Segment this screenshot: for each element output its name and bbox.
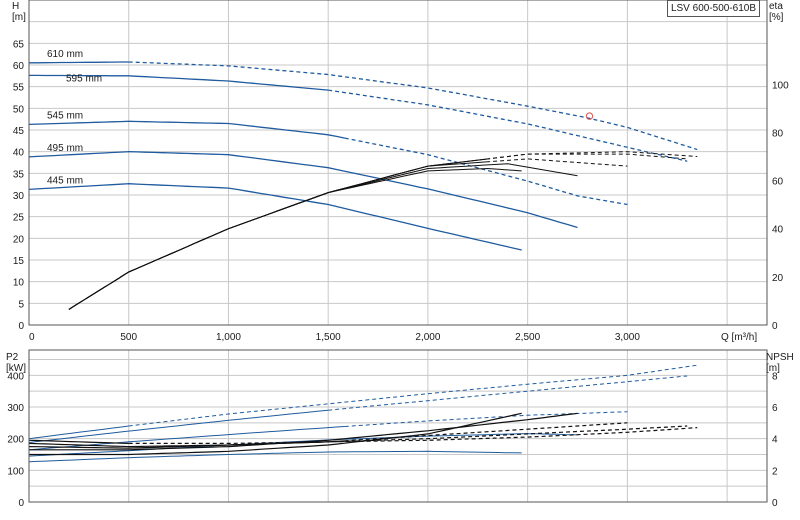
pump-performance-chart: 610 mm595 mm545 mm495 mm445 mm0510152025… (6, 0, 794, 509)
npsh-curve-5-solid (28, 439, 129, 444)
y2-tick-label-eta: 80 (772, 128, 784, 139)
grid-lines (28, 0, 767, 503)
power-curve-5-solid (28, 450, 522, 463)
power-curve-2-dashed (328, 375, 688, 411)
y2-tick-label-npsh: 2 (772, 466, 778, 477)
power-curve-2-solid (28, 409, 329, 443)
y-tick-label-head: 60 (13, 61, 25, 72)
efficiency-curve-4-dashed (486, 153, 688, 160)
efficiency-curve-4-solid (68, 158, 487, 310)
y2-axis-title-npsh: [m] (766, 363, 780, 374)
y-axis-title-head: H (12, 1, 19, 12)
y2-tick-label-npsh: 4 (772, 435, 778, 446)
y2-tick-label-eta: 20 (772, 273, 784, 284)
y2-tick-label-eta: 100 (772, 80, 789, 91)
head-curve-610-mm-solid (29, 61, 129, 64)
efficiency-curve-3-dashed (486, 158, 628, 167)
bottom-plot-frame (28, 349, 768, 503)
x-tick-label: 1,500 (316, 332, 341, 343)
head-curve-label: 445 mm (47, 175, 83, 186)
head-curve-label: 495 mm (47, 143, 83, 154)
y-tick-label-head: 15 (13, 256, 25, 267)
y-tick-label-head: 5 (18, 299, 24, 310)
model-label-box: LSV 600-500-610B (667, 0, 760, 17)
y-tick-label-head: 40 (13, 148, 25, 159)
y2-tick-label-eta: 40 (772, 225, 784, 236)
curves-layer (28, 61, 698, 463)
x-tick-label: 1,000 (216, 332, 241, 343)
x-tick-label: 2,000 (415, 332, 440, 343)
top-plot-frame (28, 0, 768, 326)
head-curve-610-mm-dashed (128, 61, 698, 151)
y2-tick-label-npsh: 6 (772, 403, 778, 414)
y-tick-label-head: 30 (13, 191, 25, 202)
y-axis-title-power: [kW] (6, 363, 26, 374)
head-curve-label: 595 mm (66, 73, 102, 84)
y2-tick-label-eta: 60 (772, 177, 784, 188)
efficiency-curve-2-solid (68, 163, 578, 310)
head-curve-595-mm-dashed (328, 89, 688, 162)
y-axis-title-head: [m] (12, 12, 26, 23)
plot-frames (28, 0, 768, 503)
y-tick-label-power: 0 (18, 498, 24, 509)
x-tick-label: 3,000 (615, 332, 640, 343)
x-tick-label: 500 (120, 332, 137, 343)
x-tick-label: 0 (29, 332, 35, 343)
y-tick-label-head: 65 (13, 39, 25, 50)
y-tick-label-head: 10 (13, 278, 25, 289)
y2-tick-label-npsh: 0 (772, 498, 778, 509)
y-tick-label-head: 20 (13, 234, 25, 245)
y-tick-label-head: 50 (13, 104, 25, 115)
y-tick-label-head: 25 (13, 213, 25, 224)
y-tick-label-head: 55 (13, 83, 25, 94)
head-curve-label: 545 mm (47, 110, 83, 121)
power-curve-1-dashed (128, 364, 698, 427)
y-tick-label-power: 100 (7, 466, 24, 477)
y-tick-label-head: 0 (18, 321, 24, 332)
y2-axis-title-eta: eta (769, 1, 783, 12)
y-tick-label-power: 200 (7, 435, 24, 446)
efficiency-curve-1-solid (68, 167, 522, 310)
y-tick-label-head: 45 (13, 126, 25, 137)
y-tick-label-power: 300 (7, 403, 24, 414)
y-tick-label-head: 35 (13, 169, 25, 180)
y2-axis-title-eta: [%] (769, 12, 784, 23)
head-curve-495-mm-solid (28, 151, 578, 229)
x-axis-title: Q [m³/h] (721, 332, 757, 343)
x-tick-label: 2,500 (515, 332, 540, 343)
efficiency-curve-5-dashed (486, 151, 698, 160)
y2-tick-label-eta: 0 (772, 321, 778, 332)
efficiency-curve-5-solid (68, 158, 487, 310)
head-curve-label: 610 mm (47, 49, 83, 60)
y-axis-title-power: P2 (6, 352, 19, 363)
y2-axis-title-npsh: NPSH (766, 352, 794, 363)
